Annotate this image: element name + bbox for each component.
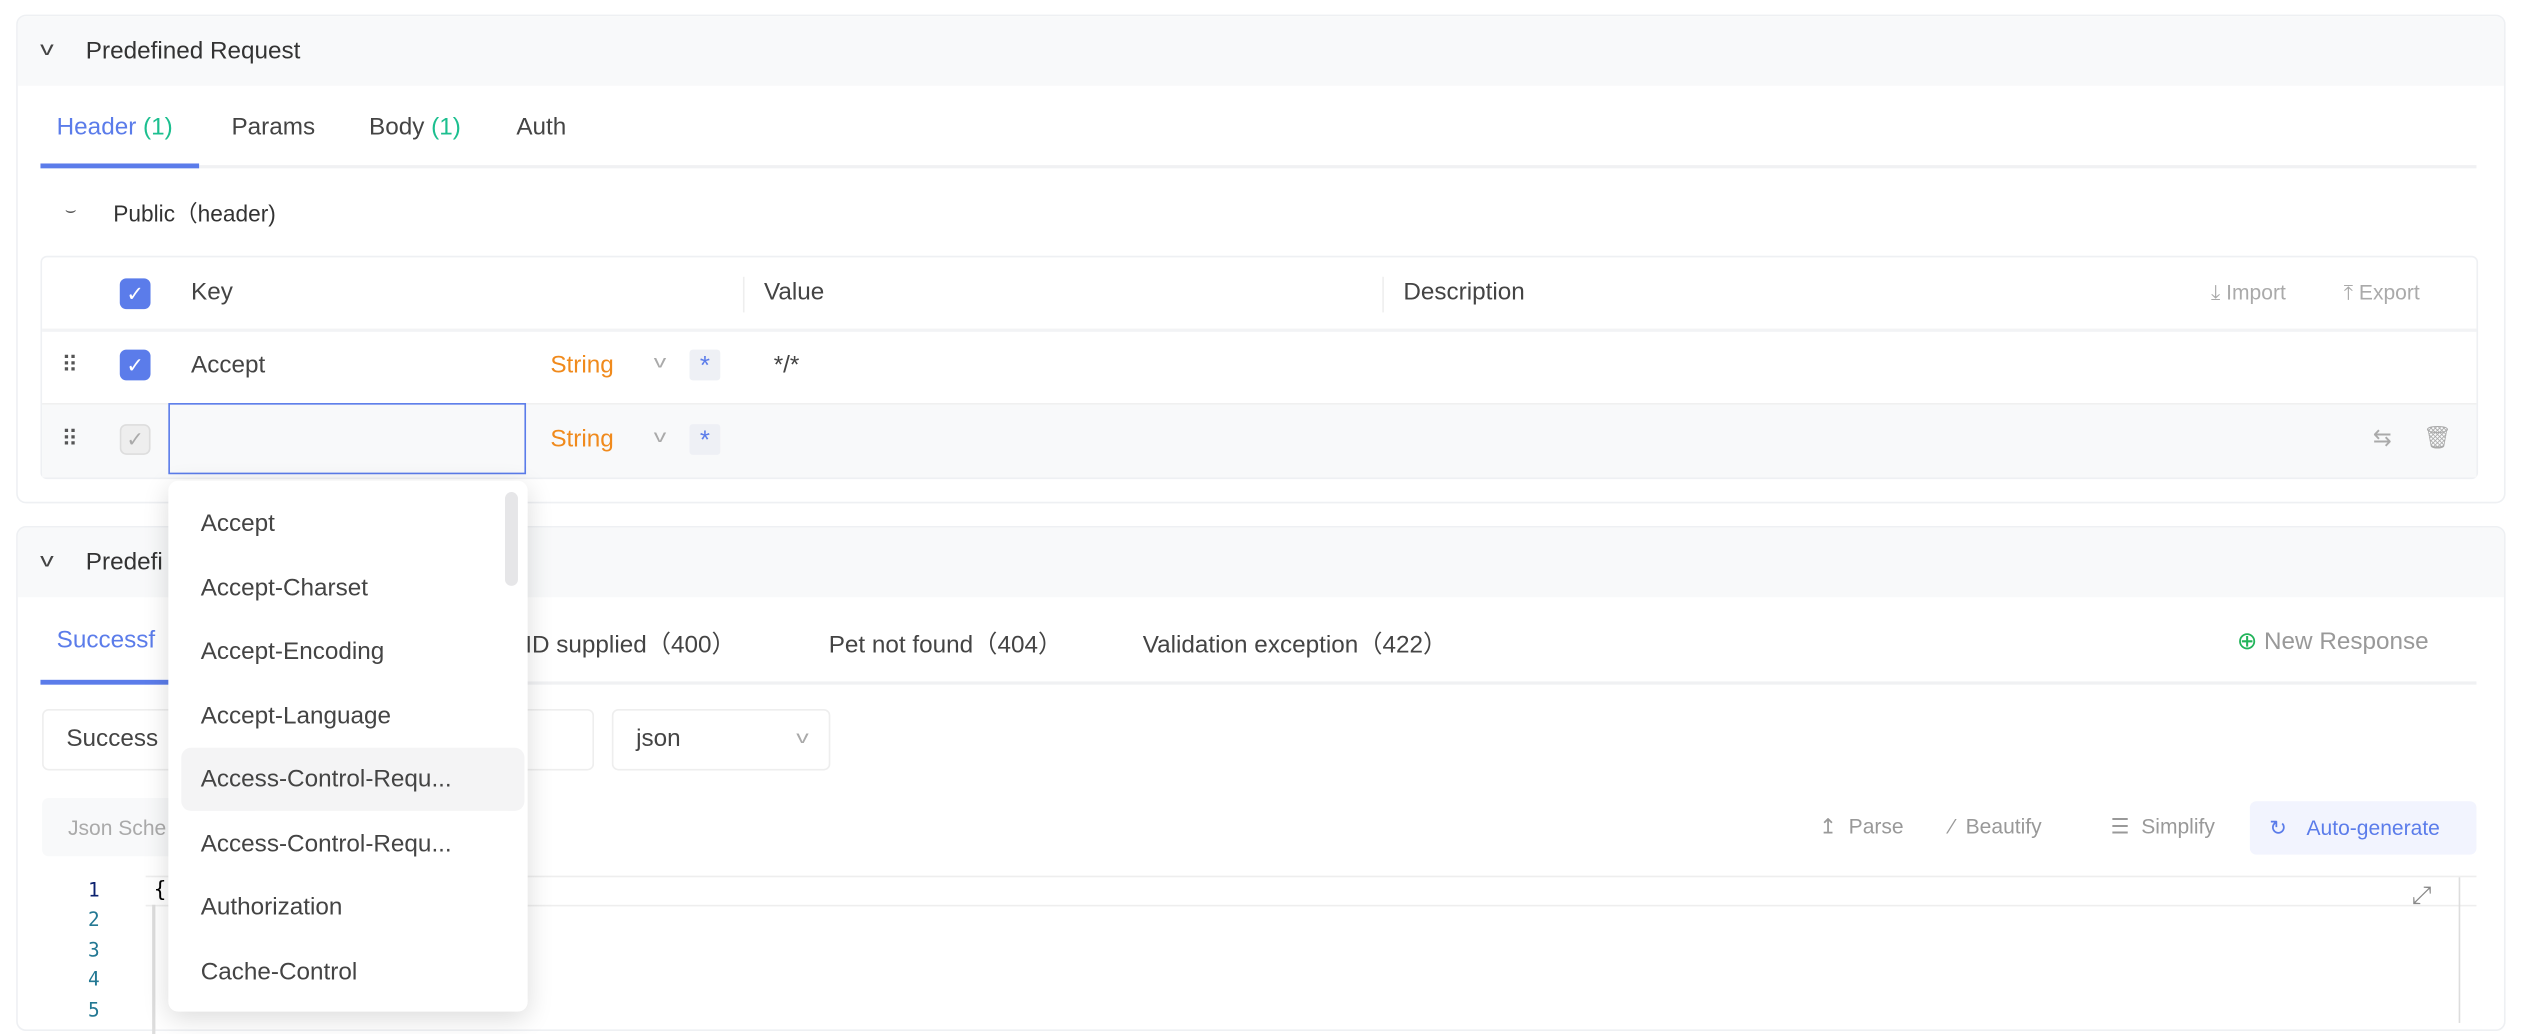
schema-label: Json Sche: [67, 815, 167, 841]
required-toggle[interactable]: *: [689, 424, 721, 455]
import-label: Import: [2226, 280, 2286, 305]
tab-response-400[interactable]: d ID supplied（400）: [505, 626, 736, 660]
chevron-down-icon[interactable]: v: [40, 37, 54, 60]
auto-generate-label: Auto-generate: [2306, 815, 2440, 841]
dropdown-option[interactable]: Authorization: [181, 876, 524, 939]
magic-wand-icon: ⁄: [1950, 814, 1954, 839]
parse-button[interactable]: ↥ Parse: [1819, 814, 1903, 840]
dropdown-option[interactable]: Accept: [181, 492, 524, 555]
swap-icon[interactable]: ⇆: [2373, 424, 2392, 452]
chevron-down-icon[interactable]: v: [654, 427, 666, 446]
panel-title: Predefi: [85, 548, 163, 577]
auto-generate-button[interactable]: ↻ Auto-generate: [2249, 801, 2477, 855]
key-field[interactable]: Accept: [191, 351, 265, 379]
line-number: 1: [88, 878, 100, 902]
column-header-key: Key: [190, 278, 233, 306]
plus-circle-icon: ⊕: [2236, 628, 2258, 656]
active-tab-indicator: [40, 163, 200, 169]
tab-header[interactable]: Header (1): [57, 113, 173, 141]
export-button[interactable]: ⤒ Export: [2344, 280, 2420, 306]
trash-icon[interactable]: 🗑: [2423, 424, 2452, 452]
dropdown-option[interactable]: Cache-Control: [181, 940, 524, 1003]
line-number: 3: [88, 938, 100, 962]
format-select[interactable]: json v: [611, 708, 831, 771]
row-checkbox[interactable]: ✓: [119, 349, 151, 381]
tab-label: Auth: [516, 113, 567, 141]
tab-params[interactable]: Params: [231, 113, 315, 141]
drag-handle-icon[interactable]: ⠿: [62, 351, 79, 379]
tab-response-404[interactable]: Pet not found（404）: [829, 626, 1063, 660]
dropdown-option[interactable]: Accept-Encoding: [181, 620, 524, 683]
beautify-button[interactable]: ⁄ Beautify: [1950, 814, 2041, 838]
chevron-down-icon[interactable]: v: [654, 353, 666, 372]
tab-label: Params: [231, 113, 316, 141]
public-header-label[interactable]: Public（header): [113, 197, 275, 229]
dropdown-option[interactable]: Access-Control-Requ...: [181, 747, 525, 811]
row-checkbox[interactable]: ✓: [119, 424, 151, 455]
type-select[interactable]: String: [550, 426, 613, 454]
tab-response-200[interactable]: Successf: [57, 626, 156, 654]
tab-body[interactable]: Body (1): [369, 113, 461, 141]
dropdown-option[interactable]: Accept-Charset: [181, 557, 524, 620]
tab-auth[interactable]: Auth: [516, 113, 566, 141]
required-toggle[interactable]: *: [689, 349, 721, 381]
tab-label: Header: [56, 113, 137, 141]
eye-closed-icon[interactable]: ⌣: [65, 201, 77, 222]
column-header-value: Value: [763, 278, 825, 306]
simplify-button[interactable]: ☰ Simplify: [2111, 814, 2215, 840]
select-all-checkbox[interactable]: ✓: [119, 278, 151, 310]
list-icon: ☰: [2110, 814, 2130, 839]
download-icon: ⤓: [2211, 280, 2221, 305]
beautify-label: Beautify: [1965, 814, 2042, 839]
simplify-label: Simplify: [2141, 814, 2215, 839]
key-input[interactable]: [168, 403, 527, 475]
format-value: json: [636, 725, 681, 753]
dropdown-option[interactable]: Accept-Language: [181, 685, 524, 748]
tab-count: (1): [143, 113, 173, 141]
key-suggestions-dropdown: Accept Accept-Charset Accept-Encoding Ac…: [168, 480, 528, 1012]
parse-label: Parse: [1848, 814, 1904, 839]
page: v Predefined Request Header (1) Params B…: [0, 0, 2538, 1034]
export-label: Export: [2358, 280, 2420, 305]
line-number: 4: [88, 967, 100, 991]
tab-response-422[interactable]: Validation exception（422）: [1143, 626, 1448, 660]
chevron-down-icon: v: [795, 728, 808, 748]
column-header-description: Description: [1403, 278, 1525, 306]
dropdown-option[interactable]: Access-Control-Requ...: [181, 813, 524, 876]
chevron-down-icon[interactable]: v: [40, 549, 54, 572]
line-number: 2: [88, 908, 100, 931]
upload-icon: ↥: [1819, 814, 1837, 839]
panel-title: Predefined Request: [85, 37, 301, 65]
type-select[interactable]: String: [550, 351, 613, 379]
panel-header[interactable]: v Predefined Request: [17, 16, 2504, 86]
expand-icon[interactable]: ⤢: [2412, 882, 2431, 910]
drag-handle-icon[interactable]: ⠿: [62, 426, 79, 454]
new-response-label: New Response: [2264, 628, 2429, 656]
value-field[interactable]: */*: [774, 351, 800, 379]
refresh-icon: ↻: [2269, 815, 2287, 841]
tabs-divider: [40, 165, 2477, 169]
new-response-button[interactable]: ⊕ New Response: [2236, 626, 2429, 656]
tab-label: Body: [369, 113, 425, 141]
import-button[interactable]: ⤓ Import: [2211, 280, 2286, 306]
line-number: 5: [88, 998, 100, 1022]
upload-icon: ⤒: [2343, 280, 2354, 305]
code-line: {: [153, 878, 167, 904]
tab-count: (1): [431, 113, 461, 141]
